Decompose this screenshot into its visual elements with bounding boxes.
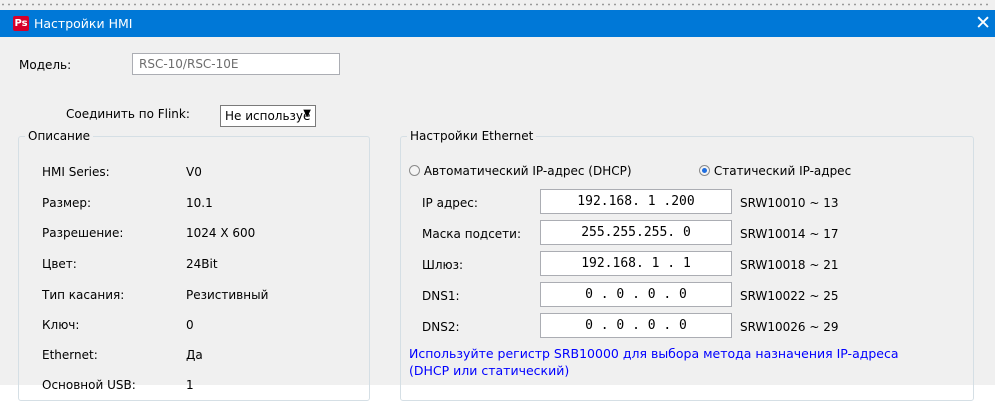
dialog-body: Модель: RSC-10/RSC-10E Соединить по Flin… — [0, 37, 995, 401]
desc-label-ethernet: Ethernet: — [42, 348, 98, 362]
dns2-label: DNS2: — [422, 320, 460, 334]
ip-address-register: SRW10010 ~ 13 — [740, 196, 839, 210]
desc-value-color: 24Bit — [186, 257, 218, 271]
ethernet-legend: Настройки Ethernet — [410, 129, 534, 143]
desc-value-touch: Резистивный — [186, 288, 269, 302]
subnet-mask-register: SRW10014 ~ 17 — [740, 227, 839, 241]
dhcp-radio-label: Автоматический IP-адрес (DHCP) — [423, 164, 632, 178]
window-titlebar: Ps Настройки HMI ✕ — [0, 10, 995, 37]
dns1-label: DNS1: — [422, 289, 460, 303]
desc-value-resolution: 1024 X 600 — [186, 226, 256, 240]
subnet-mask-field[interactable]: 255.255.255. 0 — [540, 220, 732, 245]
dns2-register: SRW10026 ~ 29 — [740, 320, 839, 334]
flink-select-value: Не используе — [225, 109, 311, 123]
static-radio-label: Статический IP-адрес — [713, 164, 852, 178]
desc-value-key: 0 — [186, 318, 194, 332]
ip-method-note-line2: (DHCP или статический) — [409, 363, 570, 378]
dns1-register: SRW10022 ~ 25 — [740, 289, 839, 303]
desc-label-usb: Основной USB: — [42, 378, 136, 392]
gateway-label: Шлюз: — [422, 258, 464, 272]
desc-label-touch: Тип касания: — [42, 288, 125, 302]
description-legend: Описание — [28, 129, 91, 143]
ip-method-note-line1: Используйте регистр SRB10000 для выбора … — [409, 346, 899, 361]
static-radio[interactable] — [699, 165, 710, 176]
dns1-field[interactable]: 0 . 0 . 0 . 0 — [540, 282, 732, 307]
dhcp-radio-option[interactable]: Автоматический IP-адрес (DHCP) — [409, 164, 632, 178]
dotted-guide — [0, 3, 990, 6]
dropdown-arrow-icon: ▼ — [303, 108, 311, 119]
desc-value-usb: 1 — [186, 378, 194, 392]
model-label: Модель: — [19, 58, 72, 72]
desc-value-size: 10.1 — [186, 196, 213, 210]
desc-label-resolution: Разрешение: — [42, 226, 124, 240]
model-field[interactable]: RSC-10/RSC-10E — [132, 53, 340, 75]
desc-label-color: Цвет: — [42, 257, 77, 271]
dns2-field[interactable]: 0 . 0 . 0 . 0 — [540, 313, 732, 338]
ip-address-label: IP адрес: — [422, 196, 478, 210]
ip-address-field[interactable]: 192.168. 1 .200 — [540, 189, 732, 214]
desc-label-size: Размер: — [42, 196, 92, 210]
close-icon[interactable]: ✕ — [975, 12, 991, 34]
top-strip — [0, 0, 995, 10]
desc-label-series: HMI Series: — [42, 165, 110, 179]
desc-value-ethernet: Да — [186, 348, 203, 362]
desc-label-key: Ключ: — [42, 318, 80, 332]
flink-select[interactable]: Не используе ▼ — [220, 105, 316, 127]
flink-label: Соединить по Flink: — [66, 107, 190, 121]
gateway-field[interactable]: 192.168. 1 . 1 — [540, 251, 732, 276]
gateway-register: SRW10018 ~ 21 — [740, 258, 839, 272]
window-title: Настройки HMI — [34, 16, 133, 31]
desc-value-series: V0 — [186, 165, 202, 179]
app-logo-icon: Ps — [13, 16, 29, 31]
ip-method-note: Используйте регистр SRB10000 для выбора … — [409, 345, 965, 379]
dhcp-radio[interactable] — [409, 165, 420, 176]
static-radio-option[interactable]: Статический IP-адрес — [699, 164, 851, 178]
subnet-mask-label: Маска подсети: — [422, 227, 522, 241]
